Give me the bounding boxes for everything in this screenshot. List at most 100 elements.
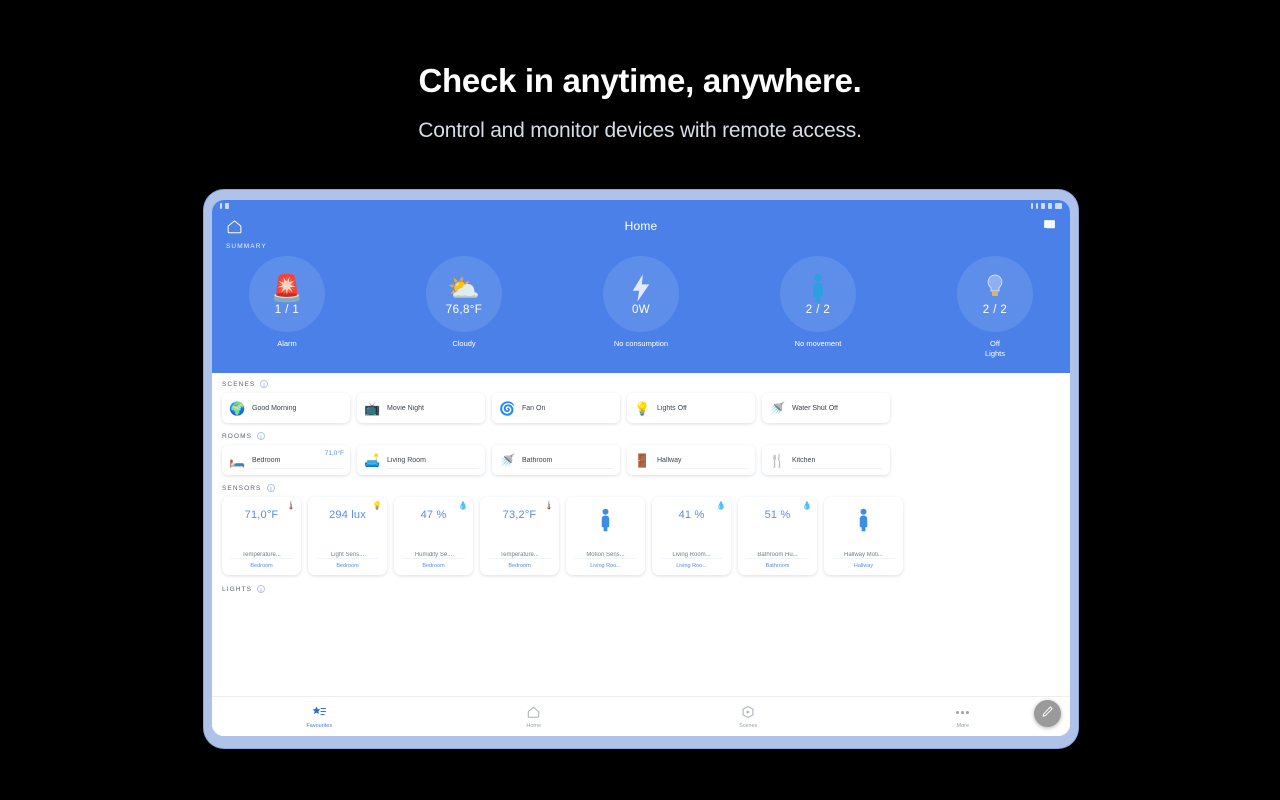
sensor-room: Bedroom xyxy=(336,563,359,569)
promo-subheadline: Control and monitor devices with remote … xyxy=(418,119,862,142)
room-divider xyxy=(387,468,478,469)
sensor-card-motion-living-room[interactable]: Motion Sens... Living Roo... xyxy=(566,497,645,575)
room-card-bedroom[interactable]: 🛏️ Bedroom 71,0°F xyxy=(222,445,350,475)
summary-circle: 2 / 2 xyxy=(780,256,856,332)
info-icon[interactable] xyxy=(260,380,269,388)
humidity-icon: 💧 xyxy=(716,501,726,510)
status-bar-left-icons xyxy=(220,202,229,209)
scene-card-fan-on[interactable]: 🌀 Fan On xyxy=(492,393,620,423)
door-icon: 🚪 xyxy=(634,452,651,468)
promo-headline: Check in anytime, anywhere. xyxy=(418,62,862,99)
sensor-card-humidity-bathroom[interactable]: 💧 51 % Bathroom Hu... Bathroom xyxy=(738,497,817,575)
sensor-value: 41 % xyxy=(678,509,705,521)
nav-item-scenes[interactable]: Scenes xyxy=(641,704,856,729)
sensor-value: 73,2°F xyxy=(502,509,537,521)
info-icon[interactable] xyxy=(266,484,275,492)
sensor-card-humidity-living-room[interactable]: 💧 41 % Living Room... Living Roo... xyxy=(652,497,731,575)
summary-item-weather[interactable]: ⛅ 76,8°F Cloudy xyxy=(409,256,519,359)
lights-section-label: LIGHTS xyxy=(222,585,253,593)
person-icon xyxy=(857,508,870,537)
scenes-section-label: SCENES xyxy=(222,380,256,388)
wifi-icon xyxy=(220,202,222,209)
cast-icon[interactable] xyxy=(1043,217,1056,235)
sensor-room: Bedroom xyxy=(508,563,531,569)
scene-label: Fan On xyxy=(522,404,546,412)
scene-card-good-morning[interactable]: 🌍 Good Morning xyxy=(222,393,350,423)
summary-item-lights[interactable]: 2 / 2 Off Lights xyxy=(940,256,1050,359)
summary-value: 76,8°F xyxy=(445,303,483,316)
room-divider xyxy=(522,468,613,469)
nav-item-favourites[interactable]: Favourites xyxy=(212,704,427,729)
summary-label-line2: Lights xyxy=(984,349,1005,358)
bed-icon: 🛏️ xyxy=(229,452,246,468)
room-label: Kitchen xyxy=(792,456,816,464)
sensor-divider xyxy=(230,558,293,559)
room-temperature-badge: 71,0°F xyxy=(324,450,344,457)
battery-icon xyxy=(1055,202,1062,209)
signal-icon xyxy=(225,202,229,209)
screenshot-stage: Check in anytime, anywhere. Control and … xyxy=(0,0,1280,800)
edit-fab-button[interactable] xyxy=(1034,700,1061,727)
sensor-divider xyxy=(574,558,637,559)
summary-label: No consumption xyxy=(613,339,669,348)
scene-card-movie-night[interactable]: 📺 Movie Night xyxy=(357,393,485,423)
room-label: Hallway xyxy=(657,456,682,464)
nav-item-home[interactable]: Home xyxy=(427,704,642,729)
room-divider xyxy=(792,468,883,469)
info-icon[interactable] xyxy=(257,585,266,593)
summary-item-movement[interactable]: 2 / 2 No movement xyxy=(763,256,873,359)
sensor-room: Bathroom xyxy=(765,563,790,569)
nav-label: Home xyxy=(526,723,542,729)
scene-label: Lights Off xyxy=(657,404,687,412)
room-card-kitchen[interactable]: 🍴 Kitchen xyxy=(762,445,890,475)
sensor-divider xyxy=(402,558,465,559)
hero-header: Home SUMMARY 🚨 1 / 1 Alarm ⛅ 76,8°F Clou… xyxy=(212,211,1070,373)
room-card-living-room[interactable]: 🛋️ Living Room xyxy=(357,445,485,475)
globe-icon: 🌍 xyxy=(229,400,246,416)
scene-label: Movie Night xyxy=(387,404,424,412)
content-body: SCENES 🌍 Good Morning 📺 Movie Night 🌀 Fa… xyxy=(212,373,1070,736)
bulb-icon: 💡 xyxy=(634,400,651,416)
summary-label: Cloudy xyxy=(452,339,476,348)
sensor-card-temperature-bedroom[interactable]: 🌡️ 71,0°F Temperature... Bedroom xyxy=(222,497,301,575)
alarm-icon xyxy=(1031,202,1033,209)
summary-label: Off Lights xyxy=(985,339,1005,359)
nav-label: Scenes xyxy=(739,723,758,729)
sensor-room: Hallway xyxy=(853,563,874,569)
rooms-section-header: ROOMS xyxy=(212,432,1070,440)
room-label: Living Room xyxy=(387,456,426,464)
summary-label: No movement xyxy=(794,339,842,348)
summary-row: 🚨 1 / 1 Alarm ⛅ 76,8°F Cloudy 0W No cons… xyxy=(212,256,1070,359)
dots-group xyxy=(956,710,970,714)
tv-icon: 📺 xyxy=(364,400,381,416)
summary-item-consumption[interactable]: 0W No consumption xyxy=(586,256,696,359)
sensor-card-motion-hallway[interactable]: Hallway Moti... Hallway xyxy=(824,497,903,575)
summary-label-line1: Off xyxy=(990,339,1000,348)
sofa-icon: 🛋️ xyxy=(364,452,381,468)
room-card-hallway[interactable]: 🚪 Hallway xyxy=(627,445,755,475)
sensor-card-temperature2-bedroom[interactable]: 🌡️ 73,2°F Temperature... Bedroom xyxy=(480,497,559,575)
info-icon[interactable] xyxy=(257,432,266,440)
signal-icon xyxy=(1048,202,1052,209)
home-icon xyxy=(526,704,541,720)
sensor-value: 51 % xyxy=(764,509,791,521)
humidity-icon: 💧 xyxy=(802,501,812,510)
humidity-icon: 💧 xyxy=(458,501,468,510)
scene-card-water-shut-off[interactable]: 🚿 Water Shut Off xyxy=(762,393,890,423)
sensor-card-light-bedroom[interactable]: 💡 294 lux Light Sens... Bedroom xyxy=(308,497,387,575)
lightning-bolt-icon xyxy=(630,273,652,303)
alarm-light-icon: 🚨 xyxy=(270,272,304,303)
sensor-divider xyxy=(832,558,895,559)
kitchen-icon: 🍴 xyxy=(769,452,786,468)
more-dots-icon xyxy=(956,704,970,720)
room-card-bathroom[interactable]: 🚿 Bathroom xyxy=(492,445,620,475)
sensor-room: Living Roo... xyxy=(676,563,707,569)
nav-label: More xyxy=(956,723,970,729)
sensor-card-humidity-bedroom[interactable]: 💧 47 % Humidity Se... Bedroom xyxy=(394,497,473,575)
person-icon xyxy=(810,273,826,303)
summary-circle: 0W xyxy=(603,256,679,332)
scene-card-lights-off[interactable]: 💡 Lights Off xyxy=(627,393,755,423)
nav-label: Favourites xyxy=(306,723,333,729)
summary-item-alarm[interactable]: 🚨 1 / 1 Alarm xyxy=(232,256,342,359)
sensor-value: 47 % xyxy=(420,509,447,521)
